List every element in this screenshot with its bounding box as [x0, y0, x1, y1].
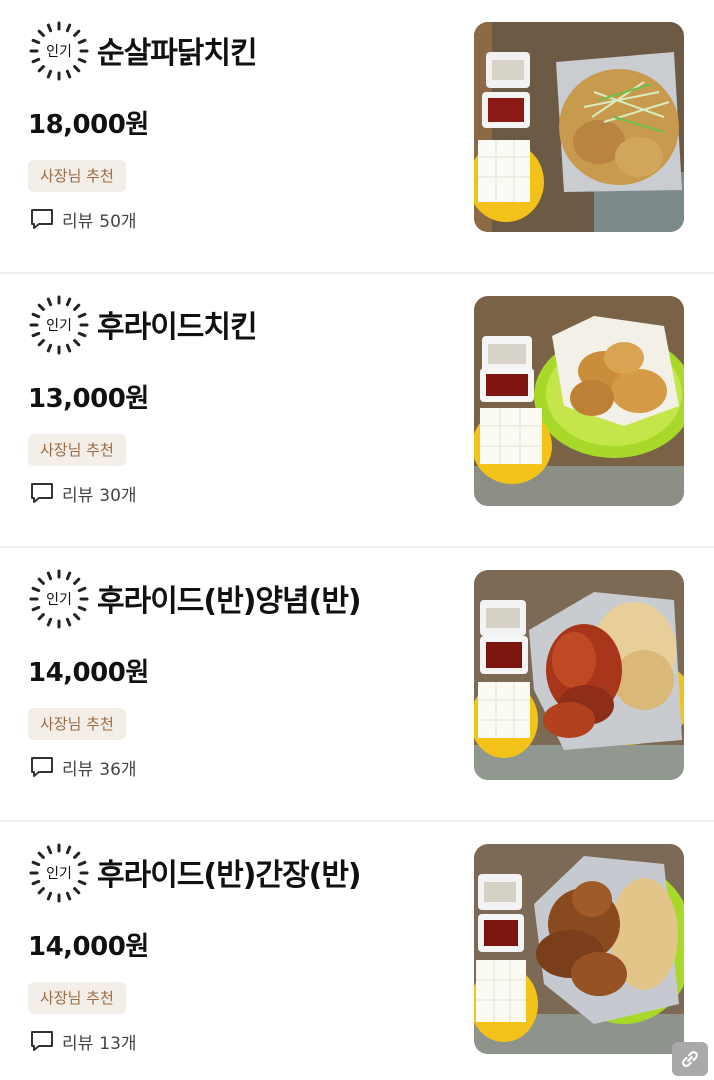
link-icon: [679, 1048, 701, 1070]
review-label: 리뷰: [62, 1033, 94, 1054]
review-row: 리뷰 13개: [30, 1028, 137, 1054]
item-name: 순살파닭치킨: [97, 36, 258, 71]
speech-bubble-icon: [30, 1030, 54, 1052]
owner-recommend-tag: 사장님 추천: [28, 982, 126, 1014]
item-name: 후라이드(반)양념(반): [97, 584, 362, 619]
speech-bubble-icon: [30, 208, 54, 230]
item-price: 14,000원: [28, 658, 149, 688]
menu-list: 인기 순살파닭치킨 18,000원 사장님 추천 리뷰 50개 인기 후라이드치…: [0, 0, 714, 1080]
menu-item[interactable]: 인기 후라이드(반)양념(반) 14,000원 사장님 추천 리뷰 36개: [0, 548, 714, 822]
review-count: 50개: [99, 211, 137, 232]
review-count: 13개: [99, 1033, 137, 1054]
popular-badge: 인기: [28, 20, 90, 82]
item-name: 후라이드(반)간장(반): [97, 858, 362, 893]
menu-item[interactable]: 인기 후라이드치킨 13,000원 사장님 추천 리뷰 30개: [0, 274, 714, 548]
review-count: 30개: [99, 485, 137, 506]
item-price: 13,000원: [28, 384, 149, 414]
half-fried-half-seasoned-chicken-photo[interactable]: [474, 570, 684, 780]
review-label: 리뷰: [62, 759, 94, 780]
half-fried-half-soy-chicken-photo[interactable]: [474, 844, 684, 1054]
boneless-chicken-with-green-onion-photo[interactable]: [474, 22, 684, 232]
review-count: 36개: [99, 759, 137, 780]
popular-badge: 인기: [28, 568, 90, 630]
review-row: 리뷰 30개: [30, 480, 137, 506]
badge-label: 인기: [46, 44, 72, 60]
owner-recommend-tag: 사장님 추천: [28, 434, 126, 466]
speech-bubble-icon: [30, 482, 54, 504]
item-price: 18,000원: [28, 110, 149, 140]
review-row: 리뷰 36개: [30, 754, 137, 780]
item-price: 14,000원: [28, 932, 149, 962]
review-label: 리뷰: [62, 211, 94, 232]
fried-chicken-on-green-plate-photo[interactable]: [474, 296, 684, 506]
review-label: 리뷰: [62, 485, 94, 506]
menu-item[interactable]: 인기 순살파닭치킨 18,000원 사장님 추천 리뷰 50개: [0, 0, 714, 274]
owner-recommend-tag: 사장님 추천: [28, 160, 126, 192]
popular-badge: 인기: [28, 842, 90, 904]
badge-label: 인기: [46, 592, 72, 608]
review-row: 리뷰 50개: [30, 206, 137, 232]
owner-recommend-tag: 사장님 추천: [28, 708, 126, 740]
item-name: 후라이드치킨: [97, 310, 258, 345]
menu-item[interactable]: 인기 후라이드(반)간장(반) 14,000원 사장님 추천 리뷰 13개: [0, 822, 714, 1080]
badge-label: 인기: [46, 866, 72, 882]
speech-bubble-icon: [30, 756, 54, 778]
badge-label: 인기: [46, 318, 72, 334]
popular-badge: 인기: [28, 294, 90, 356]
share-link-button[interactable]: [672, 1042, 708, 1076]
